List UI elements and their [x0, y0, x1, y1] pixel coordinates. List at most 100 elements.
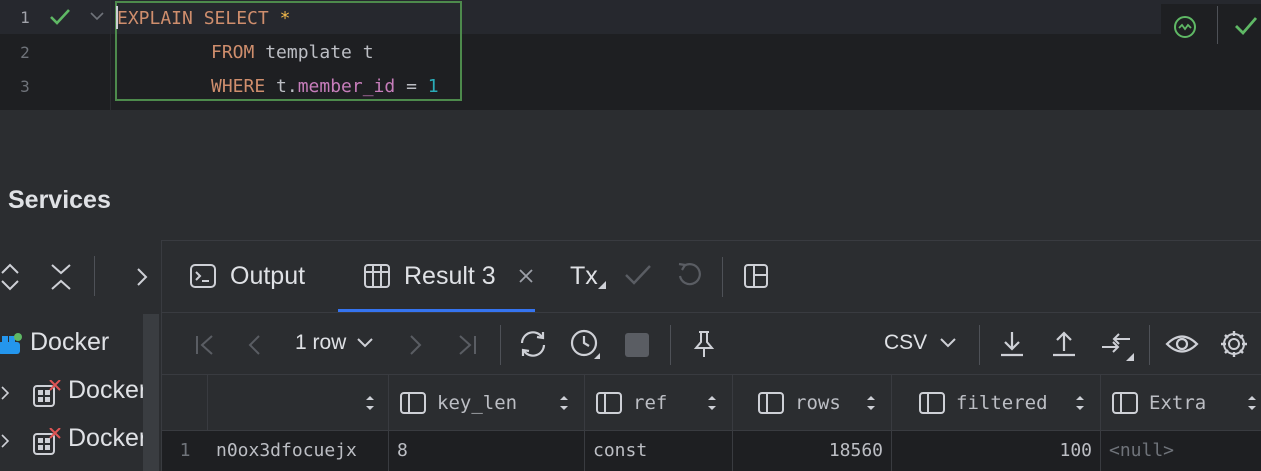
compare-arrows-icon[interactable] [1100, 329, 1134, 361]
no-problems-check-icon[interactable] [1233, 14, 1259, 38]
collapse-all-icon[interactable] [50, 262, 72, 292]
column-label: key_len [437, 391, 518, 414]
toolbar-separator [979, 325, 980, 365]
column-label: ref [633, 391, 668, 414]
close-tab-icon[interactable] [518, 268, 534, 284]
services-tree: Docker Docker- Docker- [0, 314, 160, 471]
editor-services-divider [0, 110, 1261, 160]
column-icon [919, 391, 945, 414]
grid-header: key_len ref rows filtered Extra [162, 374, 1261, 431]
show-more-chevron-icon[interactable] [134, 266, 150, 288]
cell-rows[interactable]: 18560 [733, 430, 892, 471]
tab-result-3[interactable]: Result 3 [363, 241, 534, 311]
column-header-rows[interactable]: rows [733, 375, 892, 430]
column-header-extra[interactable]: Extra [1101, 375, 1261, 430]
sort-icon[interactable] [1246, 393, 1258, 413]
export-format-label: CSV [884, 331, 928, 354]
line-number-1: 1 [20, 8, 30, 27]
sort-icon[interactable] [364, 393, 376, 413]
statement-highlight [115, 1, 462, 101]
column-icon [596, 391, 622, 414]
cell-ref[interactable]: const [585, 430, 733, 471]
expand-chevron-icon[interactable] [0, 385, 12, 401]
cell-key[interactable]: n0ox3dfocuejx [208, 430, 389, 471]
stop-icon[interactable] [625, 333, 649, 357]
expand-all-icon[interactable] [0, 262, 22, 292]
column-label: Extra [1149, 391, 1207, 414]
tab-result-label: Result 3 [404, 261, 496, 290]
tree-toolbar-separator [94, 256, 95, 296]
tabs-separator [722, 257, 723, 297]
cell-filtered[interactable]: 100 [892, 430, 1101, 471]
column-header-filtered[interactable]: filtered [892, 375, 1101, 430]
sort-icon[interactable] [706, 393, 718, 413]
inspection-widget [1161, 4, 1261, 44]
previous-page-icon[interactable] [246, 333, 262, 357]
first-page-icon[interactable] [194, 333, 216, 357]
history-clock-icon[interactable] [570, 329, 602, 361]
column-icon [758, 391, 784, 414]
expand-chevron-icon[interactable] [0, 433, 12, 449]
line-number-2: 2 [20, 43, 30, 62]
column-label: filtered [956, 391, 1048, 414]
column-header-key-len[interactable]: key_len [389, 375, 585, 430]
column-header-key[interactable] [208, 375, 389, 430]
inspection-status-icon[interactable] [1172, 14, 1198, 40]
tree-item-label: Docker [30, 328, 110, 356]
result-tabs: Output Result 3 Tx [161, 240, 1261, 313]
toolbar-separator [1149, 325, 1150, 365]
tab-output[interactable]: Output [189, 241, 305, 311]
sql-editor[interactable]: 1 2 3 EXPLAIN SELECT * FROM template t W… [0, 0, 1261, 110]
inspection-separator [1217, 6, 1218, 44]
layout-icon[interactable] [743, 263, 769, 289]
cell-extra[interactable]: <null> [1101, 430, 1261, 471]
sort-icon[interactable] [865, 393, 877, 413]
page-size-dropdown[interactable]: 1 row [295, 331, 374, 355]
result-grid: key_len ref rows filtered Extra 1 n0ox3d… [161, 374, 1261, 471]
text-caret [116, 6, 118, 29]
cell-key-len[interactable]: 8 [389, 430, 585, 471]
pin-icon[interactable] [692, 329, 716, 359]
refresh-icon[interactable] [517, 329, 549, 359]
executed-check-icon [50, 9, 70, 25]
view-eye-icon[interactable] [1165, 331, 1199, 357]
sort-icon[interactable] [1074, 393, 1086, 413]
chevron-down-icon [357, 338, 374, 348]
container-error-icon [33, 428, 61, 455]
export-format-dropdown[interactable]: CSV [884, 331, 957, 355]
result-toolbar: 1 row CSV [161, 312, 1261, 375]
column-icon [1112, 391, 1138, 414]
tx-mode-dropdown[interactable]: Tx [570, 241, 606, 311]
fold-chevron-icon[interactable] [89, 10, 105, 22]
tab-output-label: Output [230, 261, 306, 290]
last-page-icon[interactable] [456, 333, 478, 357]
services-title: Services [8, 186, 111, 214]
column-header-ref[interactable]: ref [585, 375, 733, 430]
sort-icon[interactable] [558, 393, 570, 413]
download-icon[interactable] [998, 329, 1026, 359]
toolbar-separator [670, 325, 671, 365]
row-count-label: 1 row [295, 331, 347, 354]
commit-check-icon[interactable] [624, 263, 652, 287]
chevron-down-icon [940, 338, 956, 348]
console-icon [190, 264, 216, 288]
upload-icon[interactable] [1050, 329, 1078, 359]
docker-icon [0, 333, 22, 354]
rollback-icon[interactable] [676, 261, 702, 287]
table-row[interactable]: 1 n0ox3dfocuejx 8 const 18560 100 <null> [162, 430, 1261, 471]
line-number-3: 3 [20, 77, 30, 96]
column-label: rows [795, 391, 841, 414]
column-icon [400, 391, 426, 414]
container-error-icon [33, 380, 61, 407]
services-tree-toolbar [0, 240, 160, 314]
next-page-icon[interactable] [408, 333, 424, 357]
tx-label: Tx [570, 261, 598, 290]
services-panel: Services Docker Docker- Docker- Output R… [0, 160, 1261, 471]
table-icon [364, 264, 390, 288]
toolbar-separator [500, 325, 501, 365]
dropdown-corner-icon [597, 281, 606, 289]
row-number: 1 [179, 440, 191, 461]
tree-scrollbar[interactable] [143, 314, 159, 471]
settings-gear-icon[interactable] [1219, 329, 1249, 359]
row-number-header [162, 375, 208, 430]
